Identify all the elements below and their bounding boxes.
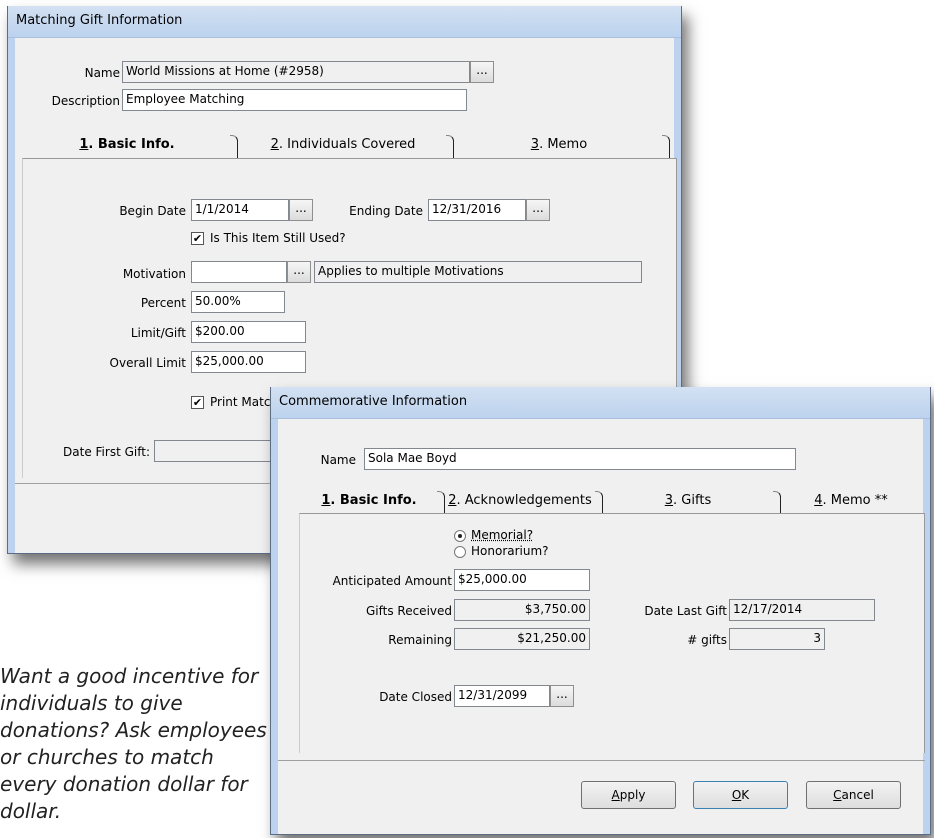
tab-individuals-label: . Individuals Covered (278, 137, 416, 152)
tab-separator (662, 135, 670, 159)
tab-gifts[interactable]: 3. Gifts (603, 487, 773, 515)
commemorative-window: Commemorative Information Name Sola Mae … (270, 387, 931, 835)
percent-label: Percent (140, 296, 186, 310)
apply-button[interactable]: Apply (581, 781, 676, 809)
cancel-button[interactable]: Cancel (806, 781, 901, 809)
ok-button[interactable]: OK (693, 781, 788, 809)
tab-memo[interactable]: 4. Memo ** (781, 487, 921, 515)
motivation-description: Applies to multiple Motivations (314, 261, 642, 283)
tab-separator (446, 135, 454, 159)
tab-separator (230, 135, 238, 159)
num-gifts-field: 3 (729, 628, 825, 650)
begin-date-field[interactable]: 1/1/2014 (191, 199, 289, 221)
motivation-label: Motivation (122, 267, 186, 281)
gifts-received-field: $3,750.00 (454, 599, 590, 621)
overall-limit-label: Overall Limit (109, 356, 186, 370)
matching-gift-title: Matching Gift Information (8, 6, 681, 38)
comm-name-label: Name (320, 453, 356, 467)
memorial-label: Memorial? (471, 528, 534, 542)
motivation-field[interactable] (191, 261, 287, 283)
num-gifts-label: # gifts (687, 633, 727, 647)
date-last-gift-label: Date Last Gift (644, 604, 727, 618)
tab-basic-info[interactable]: 1. Basic Info. (299, 487, 439, 515)
limit-gift-label: Limit/Gift (130, 326, 186, 340)
overall-limit-field[interactable]: $25,000.00 (191, 351, 306, 373)
ending-date-label: Ending Date (349, 204, 423, 218)
tab-individuals-key: 2 (270, 137, 279, 152)
print-label: Print Matc (210, 395, 271, 409)
tab-memo-key: 4 (814, 493, 823, 508)
still-used-label: Is This Item Still Used? (210, 231, 346, 245)
tab-basic-info-label: . Basic Info. (88, 137, 175, 152)
name-lookup-button[interactable]: ... (470, 61, 494, 83)
tab-memo-label: . Memo ** (822, 493, 888, 508)
matching-tabs: 1. Basic Info. 2. Individuals Covered 3.… (22, 131, 677, 159)
honorarium-radio[interactable] (454, 546, 466, 558)
memorial-radio[interactable] (454, 530, 466, 542)
remaining-label: Remaining (388, 633, 452, 647)
anticipated-amount-label: Anticipated Amount (332, 574, 452, 588)
begin-date-picker-button[interactable]: ... (289, 199, 313, 221)
apply-key: A (611, 788, 620, 802)
description-label: Description (51, 94, 120, 108)
remaining-field: $21,250.00 (454, 628, 590, 650)
begin-date-label: Begin Date (119, 204, 186, 218)
tab-memo[interactable]: 3. Memo (456, 131, 662, 159)
tab-separator (773, 491, 781, 515)
anticipated-amount-field[interactable]: $25,000.00 (454, 569, 590, 591)
description-field[interactable]: Employee Matching (122, 89, 467, 111)
ending-date-field[interactable]: 12/31/2016 (428, 199, 526, 221)
ok-label: K (741, 788, 750, 802)
commemorative-tabs: 1. Basic Info. 2. Acknowledgements 3. Gi… (299, 487, 925, 515)
date-closed-picker-button[interactable]: ... (550, 685, 574, 707)
tab-separator (595, 491, 603, 515)
ok-key: O (731, 788, 742, 802)
comm-name-field[interactable]: Sola Mae Boyd (364, 448, 796, 470)
still-used-checkbox[interactable]: ✔ (191, 232, 204, 245)
tab-acknowledgements-label: . Acknowledgements (456, 493, 592, 508)
date-closed-label: Date Closed (379, 690, 452, 704)
tab-separator (437, 491, 445, 515)
tab-memo-key: 3 (530, 137, 540, 152)
tab-acknowledgements[interactable]: 2. Acknowledgements (445, 487, 595, 515)
commemorative-footer-divider (278, 760, 925, 761)
date-last-gift-field: 12/17/2014 (729, 599, 875, 621)
name-label: Name (84, 66, 120, 80)
limit-gift-field[interactable]: $200.00 (191, 321, 306, 343)
apply-label: pply (619, 788, 646, 802)
tab-gifts-label: . Gifts (673, 493, 712, 508)
cancel-label: ancel (841, 788, 874, 802)
honorarium-label: Honorarium? (471, 544, 549, 558)
ending-date-picker-button[interactable]: ... (526, 199, 550, 221)
gifts-received-label: Gifts Received (365, 604, 452, 618)
cancel-key: C (833, 788, 842, 802)
tab-memo-label: . Memo (539, 137, 588, 152)
commemorative-title: Commemorative Information (271, 387, 930, 419)
window-frame-left (271, 419, 278, 834)
window-frame-left (8, 38, 15, 553)
date-first-gift-field (154, 440, 274, 462)
tab-basic-info-label: . Basic Info. (330, 493, 417, 508)
tab-gifts-key: 3 (664, 493, 674, 508)
tab-basic-info[interactable]: 1. Basic Info. (22, 131, 232, 159)
percent-field[interactable]: 50.00% (191, 291, 285, 313)
motivation-lookup-button[interactable]: ... (287, 261, 311, 283)
caption-text: Want a good incentive for individuals to… (0, 664, 267, 823)
tab-individuals-covered[interactable]: 2. Individuals Covered (240, 131, 446, 159)
date-first-gift-label: Date First Gift: (63, 445, 150, 459)
print-checkbox[interactable]: ✔ (191, 396, 204, 409)
name-field[interactable]: World Missions at Home (#2958) (122, 61, 470, 83)
date-closed-field[interactable]: 12/31/2099 (454, 685, 550, 707)
